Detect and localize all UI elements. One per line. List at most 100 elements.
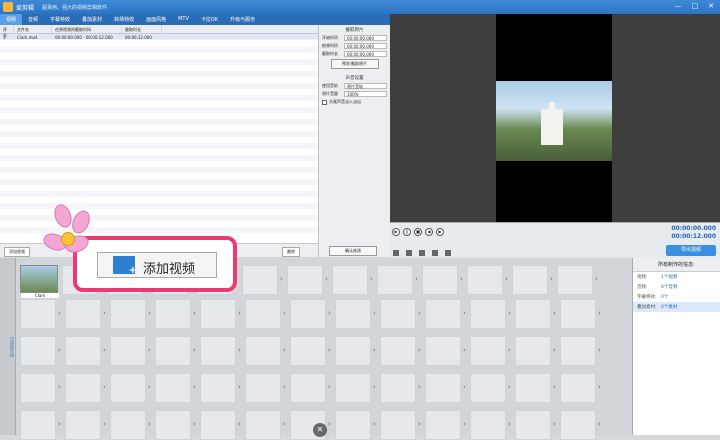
timeline-slot[interactable]	[560, 373, 596, 403]
folder-icon[interactable]	[393, 250, 399, 256]
confirm-button[interactable]: 确认修改	[329, 246, 377, 256]
timeline-slot[interactable]	[470, 373, 506, 403]
timeline-slot[interactable]	[515, 410, 551, 440]
tab-upgrade[interactable]: 升级与服务	[224, 14, 261, 25]
timeline-slot[interactable]	[380, 410, 416, 440]
timeline-slot[interactable]	[200, 299, 236, 329]
volume-slider[interactable]: 100%	[344, 91, 387, 97]
timeline-slot[interactable]	[155, 373, 191, 403]
timeline-slot[interactable]	[155, 410, 191, 440]
timeline-slot[interactable]	[335, 373, 371, 403]
preview-cut-button[interactable]: 预览/截取原片	[330, 59, 379, 69]
timeline-slot[interactable]	[155, 336, 191, 366]
timeline-slot[interactable]	[560, 336, 596, 366]
timeline-slot[interactable]	[110, 299, 146, 329]
timeline-slot[interactable]	[200, 410, 236, 440]
current-time: 00:00:00.000	[671, 225, 716, 232]
save-icon[interactable]	[406, 250, 412, 256]
timeline-slot[interactable]	[20, 299, 56, 329]
play-icon[interactable]: ▶	[392, 228, 400, 236]
timeline-slot[interactable]	[470, 336, 506, 366]
clip-thumbnail[interactable]: Clark	[20, 265, 59, 298]
timeline-slot[interactable]	[110, 410, 146, 440]
pause-icon[interactable]: ‖	[403, 228, 411, 236]
next-frame-icon[interactable]: ▶	[436, 228, 444, 236]
timeline-slot[interactable]	[65, 373, 101, 403]
timeline-slot[interactable]	[65, 336, 101, 366]
minimize-icon[interactable]: —	[675, 2, 682, 10]
slot-arrow-icon: ›	[463, 346, 466, 354]
timeline-slot[interactable]	[380, 336, 416, 366]
tab-mtv[interactable]: MTV	[172, 14, 195, 25]
timeline-slot[interactable]	[290, 373, 326, 403]
delete-button[interactable]: 删除	[282, 247, 300, 257]
timeline-slot[interactable]	[200, 336, 236, 366]
start-time-input[interactable]: 00:00:00.000	[344, 35, 387, 41]
add-video-button[interactable]: 添加视频	[4, 247, 30, 257]
timeline-slot[interactable]	[20, 373, 56, 403]
timeline-slot[interactable]	[200, 373, 236, 403]
table-row[interactable]: 1 Clark.mp4 00:00:00.000 - 00:00:12.000 …	[0, 34, 318, 40]
tab-overlay[interactable]: 叠加素材	[76, 14, 108, 25]
timeline-slot[interactable]	[515, 373, 551, 403]
add-video-callout-button[interactable]: 添加视频	[97, 252, 217, 278]
share-icon[interactable]	[445, 250, 451, 256]
timeline-slot[interactable]	[245, 410, 281, 440]
timeline-slot[interactable]	[515, 299, 551, 329]
slot-arrow-icon: ›	[148, 420, 151, 428]
timeline-slot[interactable]	[425, 336, 461, 366]
track-select[interactable]: 原片音轨	[344, 83, 387, 89]
timeline-slot[interactable]	[290, 336, 326, 366]
timeline-slot[interactable]	[242, 265, 278, 295]
tab-transition[interactable]: 转场特效	[108, 14, 140, 25]
tab-audio[interactable]: 音频	[22, 14, 44, 25]
tab-video[interactable]: 视频	[0, 14, 23, 25]
prev-frame-icon[interactable]: ◀	[425, 228, 433, 236]
tab-karaoke[interactable]: 卡拉OK	[195, 14, 224, 25]
timeline-slot[interactable]	[65, 299, 101, 329]
timeline-slot[interactable]	[110, 336, 146, 366]
timeline-slot[interactable]	[377, 265, 413, 295]
timeline-slot[interactable]	[512, 265, 548, 295]
end-time-input[interactable]: 00:00:00.000	[344, 43, 387, 49]
maximize-icon[interactable]: □	[692, 2, 699, 10]
duration-input[interactable]: 00:00:00.000	[344, 51, 387, 57]
timeline-slot[interactable]	[425, 373, 461, 403]
timeline-slot[interactable]	[155, 299, 191, 329]
timeline-slot[interactable]	[560, 299, 596, 329]
timeline-slot[interactable]	[20, 410, 56, 440]
timeline-slot[interactable]	[245, 373, 281, 403]
fade-checkbox[interactable]	[322, 99, 327, 105]
timeline-slot[interactable]	[20, 336, 56, 366]
timeline-slot[interactable]	[560, 410, 596, 440]
timeline-slot[interactable]	[380, 299, 416, 329]
timeline-slot[interactable]	[245, 336, 281, 366]
tab-subtitle[interactable]: 字幕特效	[44, 14, 76, 25]
timeline-slot[interactable]	[380, 373, 416, 403]
timeline-slot[interactable]	[470, 410, 506, 440]
timeline-slot[interactable]	[515, 336, 551, 366]
timeline-slot[interactable]	[290, 299, 326, 329]
slot-arrow-icon: ›	[553, 383, 556, 391]
timeline-slot[interactable]	[422, 265, 458, 295]
timeline-slot[interactable]	[332, 265, 368, 295]
snapshot-icon[interactable]	[419, 250, 425, 256]
timeline-slot[interactable]	[335, 336, 371, 366]
timeline-slot[interactable]	[245, 299, 281, 329]
tab-style[interactable]: 画面风格	[140, 14, 172, 25]
stop-icon[interactable]: ■	[414, 228, 422, 236]
export-video-button[interactable]: 导出视频	[666, 245, 716, 256]
timeline-slot[interactable]	[335, 410, 371, 440]
playback-buttons: ▶ ‖ ■ ◀ ▶	[392, 228, 444, 236]
timeline-slot[interactable]	[470, 299, 506, 329]
timeline-slot[interactable]	[425, 299, 461, 329]
fullscreen-icon[interactable]	[432, 250, 438, 256]
timeline-slot[interactable]	[467, 265, 503, 295]
timeline-slot[interactable]	[110, 373, 146, 403]
close-icon[interactable]: ✕	[708, 2, 714, 10]
timeline-slot[interactable]	[65, 410, 101, 440]
timeline-slot[interactable]	[335, 299, 371, 329]
timeline-slot[interactable]	[425, 410, 461, 440]
timeline-slot[interactable]	[557, 265, 593, 295]
timeline-slot[interactable]	[287, 265, 323, 295]
